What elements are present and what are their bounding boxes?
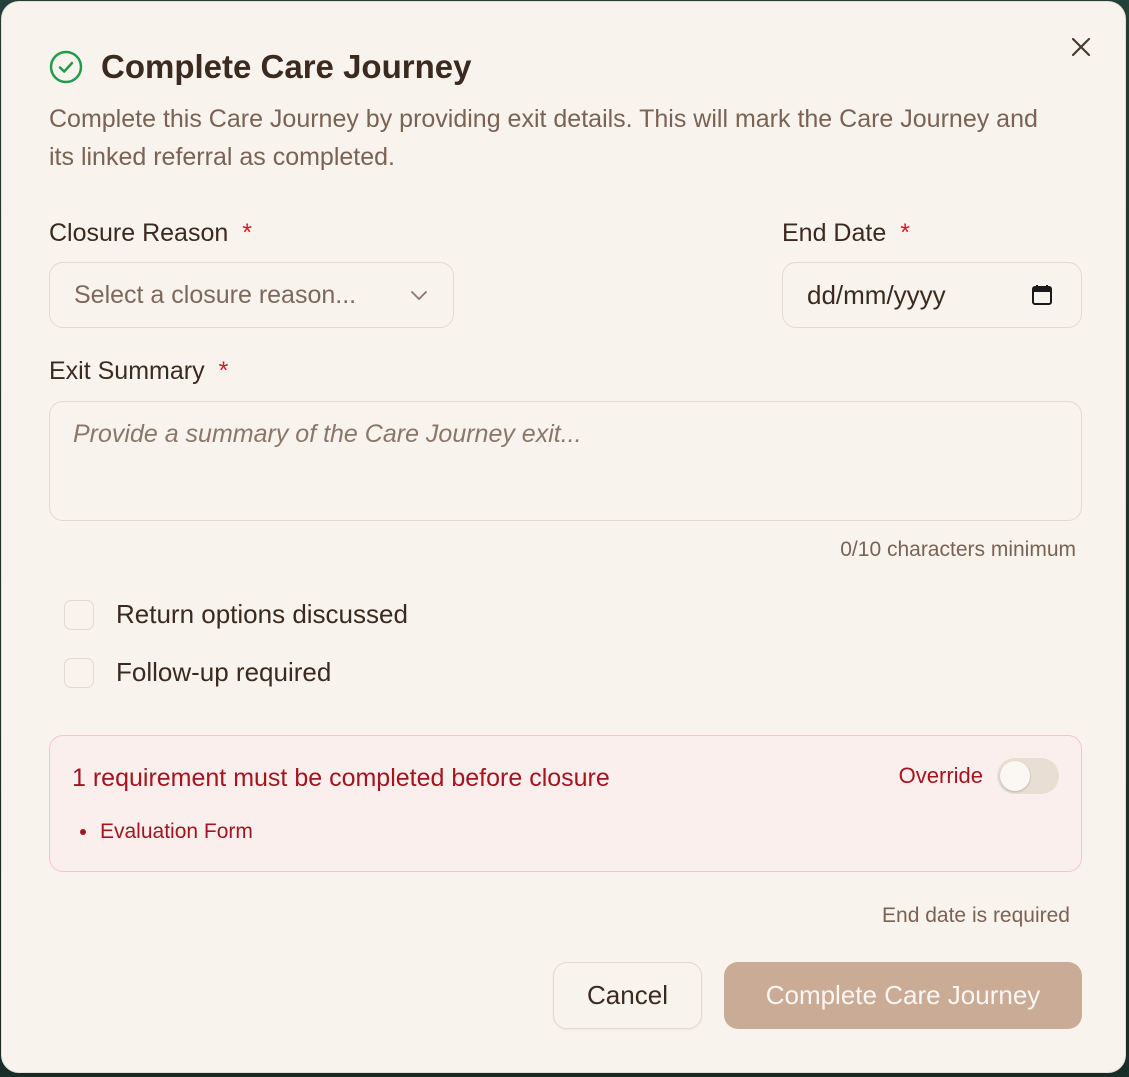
requirement-item-label: Evaluation Form [100, 820, 253, 843]
exit-summary-placeholder: Provide a summary of the Care Journey ex… [73, 420, 582, 448]
chevron-down-icon [411, 291, 427, 300]
end-date-placeholder: dd/mm/yyyy [807, 279, 946, 310]
closure-reason-placeholder: Select a closure reason... [74, 280, 357, 309]
required-marker: * [242, 219, 252, 247]
required-marker: * [218, 357, 229, 385]
complete-care-journey-dialog: Complete Care Journey Complete this Care… [1, 1, 1126, 1073]
exit-summary-textarea[interactable]: Provide a summary of the Care Journey ex… [49, 401, 1082, 521]
requirements-list: Evaluation Form [80, 820, 253, 844]
toggle-knob [1000, 761, 1030, 791]
return-options-checkbox-row[interactable]: Return options discussed [64, 599, 408, 630]
override-toggle[interactable] [997, 758, 1059, 794]
override-control: Override [899, 758, 1059, 794]
dialog-description: Complete this Care Journey by providing … [49, 105, 1038, 171]
exit-summary-label: Exit Summary * [49, 355, 228, 387]
end-date-label-text: End Date [782, 219, 887, 247]
override-label: Override [898, 763, 983, 788]
return-options-checkbox[interactable] [64, 599, 94, 630]
check-circle-icon [49, 50, 83, 84]
end-date-input[interactable]: dd/mm/yyyy [782, 262, 1082, 328]
close-icon [1071, 37, 1091, 57]
bullet-icon [80, 829, 86, 835]
calendar-icon[interactable] [1031, 284, 1053, 306]
cancel-button[interactable]: Cancel [553, 962, 702, 1029]
required-marker: * [900, 219, 910, 247]
follow-up-checkbox-row[interactable]: Follow-up required [64, 657, 331, 688]
end-date-label: End Date * [782, 217, 910, 249]
closure-reason-label: Closure Reason * [49, 217, 252, 249]
complete-care-journey-button[interactable]: Complete Care Journey [724, 962, 1082, 1029]
requirements-alert-title: 1 requirement must be completed before c… [72, 764, 610, 792]
close-button[interactable] [1068, 34, 1094, 60]
closure-reason-select[interactable]: Select a closure reason... [49, 262, 454, 328]
dialog-header: Complete Care Journey [49, 46, 471, 88]
character-counter: 0/10 characters minimum [840, 538, 1076, 561]
closure-reason-label-text: Closure Reason [49, 219, 229, 247]
exit-summary-label-text: Exit Summary [49, 357, 205, 385]
validation-message: End date is required [882, 904, 1070, 927]
follow-up-label: Follow-up required [116, 657, 332, 687]
requirements-alert: 1 requirement must be completed before c… [49, 735, 1082, 872]
follow-up-checkbox[interactable] [64, 657, 94, 688]
return-options-label: Return options discussed [116, 599, 408, 629]
requirement-item: Evaluation Form [80, 820, 253, 844]
dialog-title: Complete Care Journey [101, 48, 472, 85]
